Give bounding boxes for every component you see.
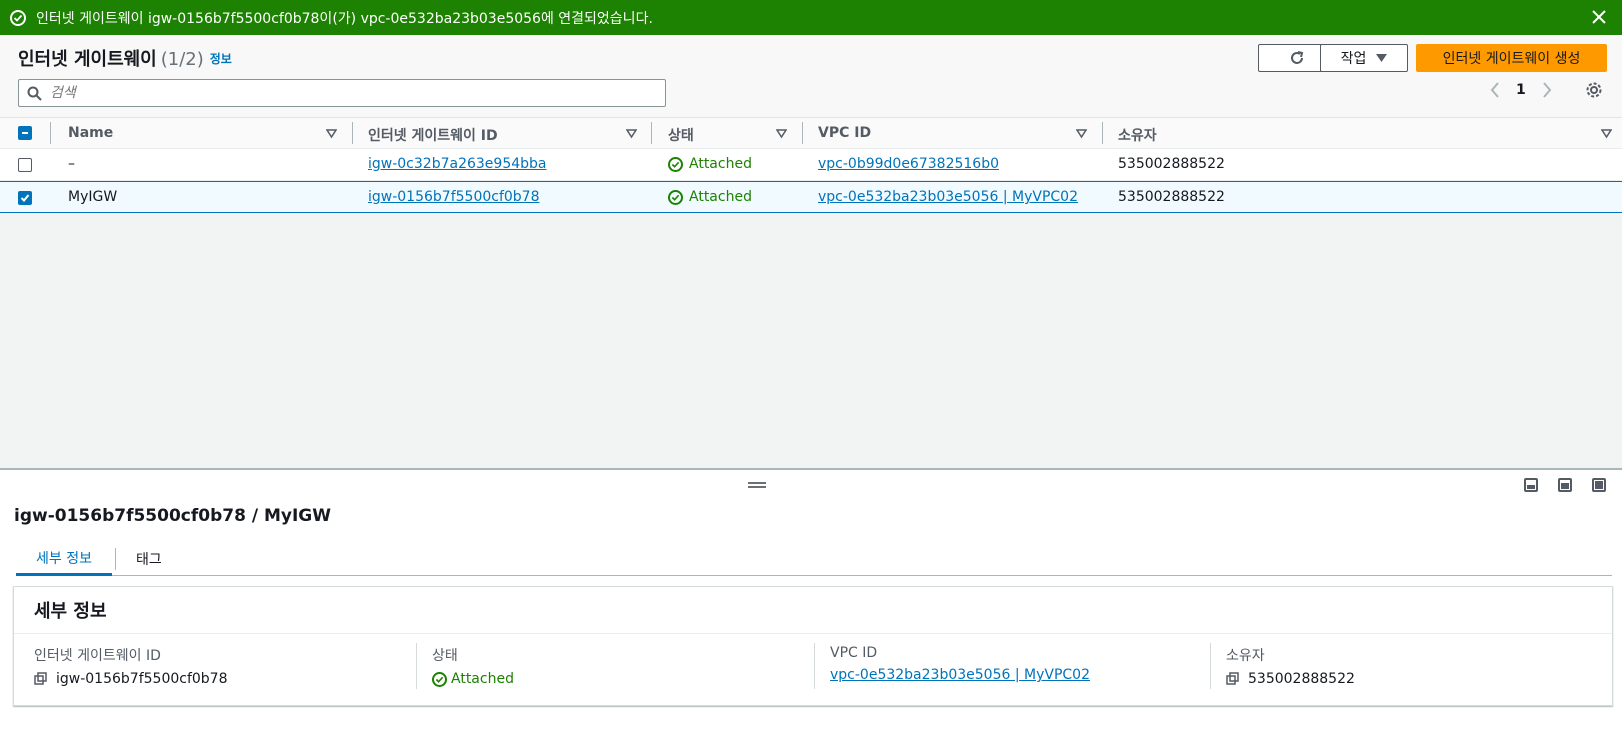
column-divider — [814, 643, 815, 689]
page-title: 인터넷 게이트웨이 (1/2) 정보 — [18, 45, 232, 71]
selection-count: (1/2) — [160, 49, 204, 70]
search-input[interactable] — [50, 85, 630, 101]
sort-icon[interactable] — [326, 128, 337, 139]
flash-message: 인터넷 게이트웨이 igw-0156b7f5500cf0b78이(가) vpc-… — [36, 10, 653, 27]
table-header-row: Name 인터넷 게이트웨이 ID 상태 VPC ID 소유자 — [0, 118, 1622, 149]
status-check-icon — [432, 671, 447, 687]
field-label: 상태 — [432, 648, 458, 664]
field-value: 535002888522 — [1248, 671, 1355, 687]
cell-vpc-id-link[interactable]: vpc-0e532ba23b03e5056 | MyVPC02 — [818, 189, 1078, 205]
actions-label: 작업 — [1340, 51, 1367, 67]
column-divider[interactable] — [352, 122, 353, 144]
status-text: Attached — [689, 189, 752, 205]
search-icon — [27, 86, 42, 101]
title-text: 인터넷 게이트웨이 — [18, 49, 157, 70]
field-igw-id: 인터넷 게이트웨이 ID igw-0156b7f5500cf0b78 — [34, 645, 228, 687]
field-label: VPC ID — [830, 645, 878, 661]
tab-details[interactable]: 세부 정보 — [16, 542, 112, 576]
field-status: 상태 Attached — [432, 645, 514, 687]
copy-icon[interactable] — [1226, 672, 1240, 686]
gear-icon[interactable] — [1585, 81, 1603, 99]
vpc-id-link[interactable]: vpc-0e532ba23b03e5056 | MyVPC02 — [830, 667, 1090, 683]
cell-igw-id-link[interactable]: igw-0c32b7a263e954bba — [368, 156, 546, 172]
detail-tabs: 세부 정보 태그 — [16, 542, 1612, 576]
create-label: 인터넷 게이트웨이 생성 — [1442, 51, 1581, 67]
create-internet-gateway-button[interactable]: 인터넷 게이트웨이 생성 — [1416, 44, 1607, 72]
split-panel: igw-0156b7f5500cf0b78 / MyIGW 세부 정보 태그 세… — [0, 470, 1622, 752]
cell-igw-id-link[interactable]: igw-0156b7f5500cf0b78 — [368, 189, 540, 205]
detail-title: igw-0156b7f5500cf0b78 / MyIGW — [14, 506, 331, 526]
refresh-icon — [1291, 51, 1304, 64]
details-container: 세부 정보 인터넷 게이트웨이 ID igw-0156b7f5500cf0b78… — [13, 586, 1613, 706]
cell-name: MyIGW — [68, 189, 118, 205]
status-check-icon — [668, 156, 683, 172]
resize-handle-icon[interactable] — [748, 482, 766, 488]
column-divider[interactable] — [802, 122, 803, 144]
table-row[interactable]: – igw-0c32b7a263e954bba Attached vpc-0b9… — [0, 149, 1622, 181]
cell-name: – — [68, 156, 75, 172]
page-number[interactable]: 1 — [1516, 82, 1526, 98]
panel-full-icon[interactable] — [1592, 478, 1606, 492]
cell-vpc-id-link[interactable]: vpc-0b99d0e67382516b0 — [818, 156, 999, 172]
column-divider[interactable] — [651, 122, 652, 144]
sort-icon[interactable] — [776, 128, 787, 139]
sort-icon[interactable] — [626, 128, 637, 139]
chevron-left-icon[interactable] — [1490, 82, 1500, 98]
status-check-icon — [668, 189, 683, 205]
info-link[interactable]: 정보 — [210, 52, 232, 66]
column-header-status[interactable]: 상태 — [668, 125, 694, 145]
status-text: Attached — [689, 156, 752, 172]
sort-icon[interactable] — [1076, 128, 1087, 139]
row-checkbox[interactable] — [18, 158, 32, 172]
cell-owner: 535002888522 — [1118, 156, 1225, 172]
panel-bottom-icon[interactable] — [1524, 478, 1538, 492]
row-checkbox-checked[interactable] — [18, 191, 32, 205]
cell-status: Attached — [668, 189, 752, 205]
column-header-owner[interactable]: 소유자 — [1118, 125, 1157, 145]
chevron-right-icon[interactable] — [1542, 82, 1552, 98]
cell-status: Attached — [668, 156, 752, 172]
field-label: 인터넷 게이트웨이 ID — [34, 648, 161, 664]
success-check-icon — [10, 9, 26, 26]
column-divider — [50, 122, 51, 144]
column-header-name[interactable]: Name — [68, 125, 113, 141]
field-value: igw-0156b7f5500cf0b78 — [56, 671, 228, 687]
field-vpc-id: VPC ID vpc-0e532ba23b03e5056 | MyVPC02 — [830, 645, 1090, 683]
column-divider — [1210, 643, 1211, 689]
tab-tags[interactable]: 태그 — [116, 542, 182, 576]
table-row-selected[interactable]: MyIGW igw-0156b7f5500cf0b78 Attached vpc… — [0, 181, 1622, 213]
column-header-vpc-id[interactable]: VPC ID — [818, 125, 871, 141]
select-all-checkbox[interactable] — [18, 126, 32, 140]
field-value: Attached — [451, 671, 514, 687]
close-icon[interactable] — [1590, 8, 1608, 26]
panel-half-icon[interactable] — [1558, 478, 1572, 492]
pagination: 1 — [1490, 82, 1552, 98]
internet-gateways-table: Name 인터넷 게이트웨이 ID 상태 VPC ID 소유자 – igw-0c… — [0, 118, 1622, 213]
column-header-igw-id[interactable]: 인터넷 게이트웨이 ID — [368, 125, 498, 145]
table-header-area: 인터넷 게이트웨이(1/2) 정보 작업 인터넷 게이트웨이 생성 1 — [0, 35, 1622, 118]
cell-owner: 535002888522 — [1118, 189, 1225, 205]
search-box[interactable] — [18, 79, 666, 107]
caret-down-icon — [1376, 54, 1388, 62]
actions-dropdown[interactable]: 작업 — [1320, 44, 1408, 72]
copy-icon[interactable] — [34, 672, 48, 686]
field-label: 소유자 — [1226, 648, 1265, 664]
column-divider[interactable] — [1102, 122, 1103, 144]
details-heading: 세부 정보 — [14, 587, 1612, 634]
column-divider — [416, 643, 417, 689]
success-flash-bar: 인터넷 게이트웨이 igw-0156b7f5500cf0b78이(가) vpc-… — [0, 0, 1622, 35]
sort-icon[interactable] — [1601, 128, 1612, 139]
field-owner: 소유자 535002888522 — [1226, 645, 1355, 687]
